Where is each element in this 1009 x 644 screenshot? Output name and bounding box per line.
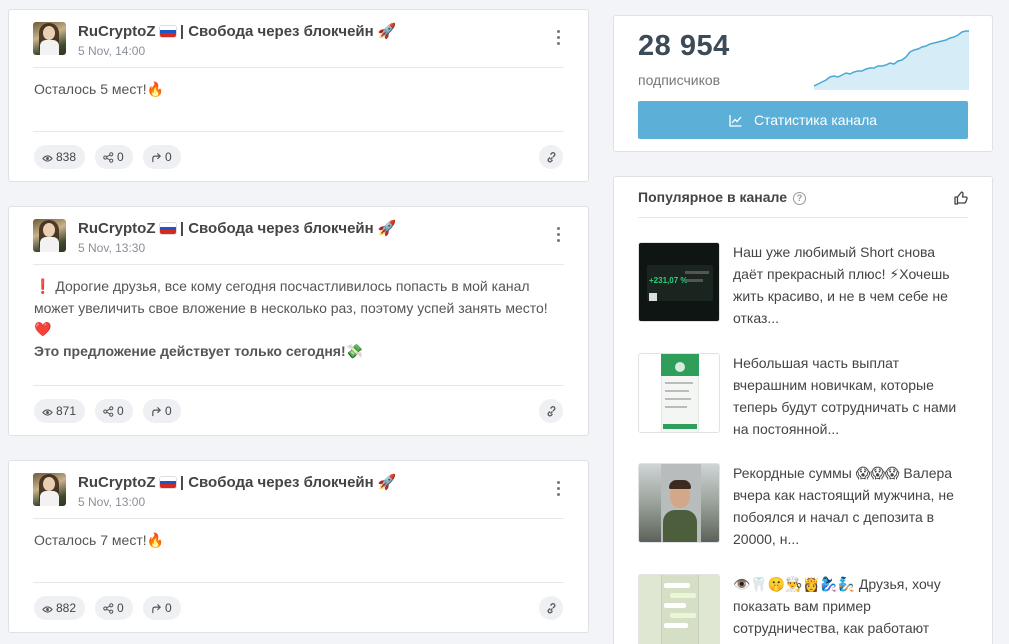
thumb-value: +231,07 % <box>649 276 688 285</box>
popular-item[interactable]: Рекордные суммы 😱😱😱 Валера вчера как нас… <box>638 463 968 547</box>
shares-counter[interactable]: 0 <box>95 596 133 620</box>
post-date[interactable]: 5 Nov, 14:00 <box>78 44 145 58</box>
popular-title: Популярное в канале? <box>638 189 806 205</box>
views-counter[interactable]: 838 <box>34 145 86 169</box>
post-footer: 838 0 0 <box>34 145 563 169</box>
channel-avatar[interactable] <box>33 219 66 252</box>
share-icon <box>103 152 114 163</box>
share-icon <box>103 603 114 614</box>
popular-item[interactable]: Небольшая часть выплат вчерашним новичка… <box>638 353 968 437</box>
post-card: RuCryptoZ | Свобода через блокчейн 🚀 5 N… <box>8 460 589 633</box>
views-counter[interactable]: 882 <box>34 596 86 620</box>
subscribers-label: подписчиков <box>638 72 721 88</box>
channel-name[interactable]: RuCryptoZ | Свобода через блокчейн 🚀 <box>78 473 397 491</box>
channel-avatar[interactable] <box>33 473 66 506</box>
divider <box>33 264 564 265</box>
views-counter[interactable]: 871 <box>34 399 86 423</box>
divider <box>33 385 564 386</box>
popular-item-text: Рекордные суммы 😱😱😱 Валера вчера как нас… <box>733 465 954 547</box>
copy-link-button[interactable] <box>539 596 563 620</box>
channel-avatar[interactable] <box>33 22 66 55</box>
forward-icon <box>152 152 162 163</box>
channel-name[interactable]: RuCryptoZ | Свобода через блокчейн 🚀 <box>78 22 397 40</box>
shares-counter[interactable]: 0 <box>95 145 133 169</box>
popular-card: Популярное в канале? +231,07 % Наш уже л… <box>613 176 993 644</box>
popular-thumbnail[interactable] <box>638 463 720 543</box>
russia-flag-icon <box>159 477 176 488</box>
post-text: Осталось 5 мест!🔥 <box>34 81 165 97</box>
popular-thumbnail[interactable] <box>638 574 720 644</box>
subscribers-card: 28 954 подписчиков Статистика канала <box>613 15 993 152</box>
channel-name[interactable]: RuCryptoZ | Свобода через блокчейн 🚀 <box>78 219 397 237</box>
post-header: RuCryptoZ | Свобода через блокчейн 🚀 5 N… <box>33 219 564 259</box>
post-footer: 882 0 0 <box>34 596 563 620</box>
popular-item-text: 👁️🦷🤫👨‍🍳👸🧞‍♀️🧞 Друзья, хочу показать вам … <box>733 576 941 636</box>
link-icon <box>547 152 556 163</box>
post-text: ❗ Дорогие друзья, все кому сегодня посча… <box>34 278 548 359</box>
russia-flag-icon <box>159 223 176 234</box>
divider <box>33 131 564 132</box>
russia-flag-icon <box>159 26 176 37</box>
copy-link-button[interactable] <box>539 145 563 169</box>
post-text: Осталось 7 мест!🔥 <box>34 532 165 548</box>
chart-icon <box>729 115 742 127</box>
divider <box>33 67 564 68</box>
post-card: RuCryptoZ | Свобода через блокчейн 🚀 5 N… <box>8 9 589 182</box>
thumbs-up-icon[interactable] <box>954 191 968 205</box>
divider <box>33 518 564 519</box>
post-header: RuCryptoZ | Свобода через блокчейн 🚀 5 N… <box>33 473 564 513</box>
post-date[interactable]: 5 Nov, 13:00 <box>78 495 145 509</box>
subscribers-sparkline <box>814 30 969 90</box>
forward-icon <box>152 406 162 417</box>
subscribers-count: 28 954 <box>638 30 730 62</box>
shares-counter[interactable]: 0 <box>95 399 133 423</box>
share-icon <box>103 406 114 417</box>
channel-stats-button[interactable]: Статистика канала <box>638 101 968 139</box>
popular-item[interactable]: 👁️🦷🤫👨‍🍳👸🧞‍♀️🧞 Друзья, хочу показать вам … <box>638 574 968 644</box>
post-date[interactable]: 5 Nov, 13:30 <box>78 241 145 255</box>
forwards-counter[interactable]: 0 <box>143 145 181 169</box>
popular-thumbnail[interactable]: +231,07 % <box>638 242 720 322</box>
popular-item[interactable]: +231,07 % Наш уже любимый Short снова да… <box>638 242 968 326</box>
more-options-icon[interactable] <box>552 28 564 50</box>
copy-link-button[interactable] <box>539 399 563 423</box>
forwards-counter[interactable]: 0 <box>143 399 181 423</box>
popular-item-text: Небольшая часть выплат вчерашним новичка… <box>733 355 957 437</box>
help-icon[interactable]: ? <box>793 192 806 205</box>
forward-icon <box>152 603 162 614</box>
link-icon <box>547 603 556 614</box>
eye-icon <box>42 606 53 613</box>
post-header: RuCryptoZ | Свобода через блокчейн 🚀 5 N… <box>33 22 564 62</box>
link-icon <box>547 406 556 417</box>
eye-icon <box>42 155 53 162</box>
more-options-icon[interactable] <box>552 225 564 247</box>
divider <box>638 217 968 218</box>
more-options-icon[interactable] <box>552 479 564 501</box>
post-footer: 871 0 0 <box>34 399 563 423</box>
popular-thumbnail[interactable] <box>638 353 720 433</box>
post-card: RuCryptoZ | Свобода через блокчейн 🚀 5 N… <box>8 206 589 436</box>
divider <box>33 582 564 583</box>
eye-icon <box>42 409 53 416</box>
popular-item-text: Наш уже любимый Short снова даёт прекрас… <box>733 244 950 326</box>
forwards-counter[interactable]: 0 <box>143 596 181 620</box>
